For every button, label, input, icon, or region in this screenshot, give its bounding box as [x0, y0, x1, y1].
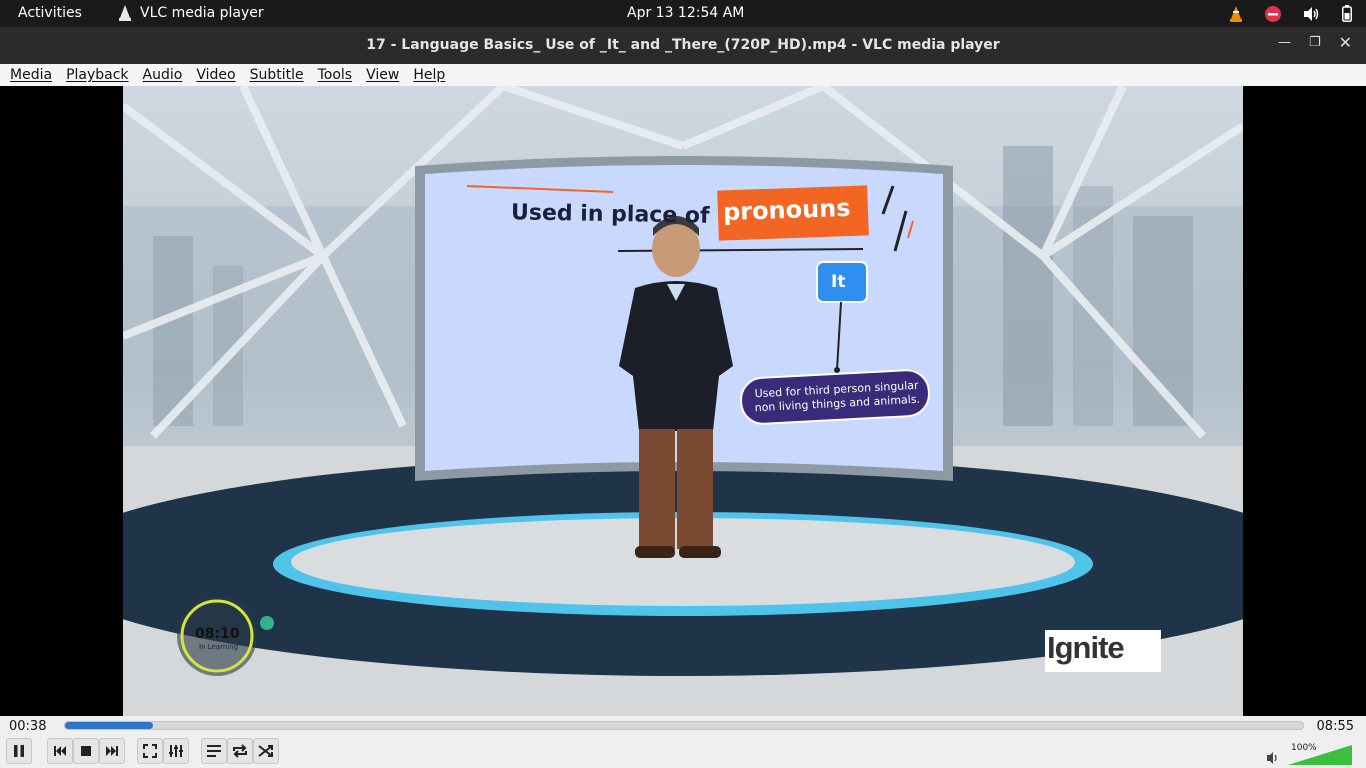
top-bar: Activities VLC media player Apr 13 12:54… [0, 0, 1366, 27]
slide-heading: Used in place of [510, 200, 710, 229]
vlc-cone-icon [119, 5, 131, 21]
menu-media[interactable]: Media [10, 67, 52, 83]
shuffle-button[interactable] [253, 738, 279, 764]
app-menu[interactable]: VLC media player [118, 5, 264, 21]
shuffle-icon [258, 745, 273, 757]
video-area[interactable]: Used in place of pronouns It Used for th… [0, 86, 1366, 716]
current-time: 00:38 [9, 719, 47, 734]
player-controls: 00:38 08:55 100% [0, 716, 1366, 768]
battery-icon[interactable] [1342, 5, 1352, 22]
next-button[interactable] [99, 738, 125, 764]
menu-subtitle[interactable]: Subtitle [250, 67, 304, 83]
playlist-button[interactable] [201, 738, 227, 764]
vlc-tray-icon[interactable] [1229, 5, 1243, 22]
previous-icon [54, 746, 66, 756]
video-frame[interactable]: Used in place of pronouns It Used for th… [123, 86, 1243, 716]
stop-icon [81, 746, 91, 756]
activities-button[interactable]: Activities [18, 5, 82, 21]
stop-button[interactable] [73, 738, 99, 764]
next-icon [106, 746, 118, 756]
maximize-icon[interactable]: ❐ [1309, 35, 1321, 52]
minimize-icon[interactable]: — [1278, 35, 1291, 52]
fullscreen-button[interactable] [137, 738, 163, 764]
equalizer-icon [169, 745, 183, 757]
menu-view[interactable]: View [366, 67, 399, 83]
ignite-logo: Ignite [1047, 630, 1125, 665]
window-titlebar[interactable]: 17 - Language Basics_ Use of _It_ and _T… [0, 27, 1366, 64]
menu-playback[interactable]: Playback [66, 67, 128, 83]
window-title: 17 - Language Basics_ Use of _It_ and _T… [366, 37, 1000, 53]
timer-caption: In Learning [199, 643, 239, 651]
total-time[interactable]: 08:55 [1317, 719, 1354, 734]
menu-audio[interactable]: Audio [143, 67, 183, 83]
do-not-disturb-icon[interactable] [1265, 5, 1281, 22]
app-name: VLC media player [140, 5, 264, 21]
menu-help[interactable]: Help [413, 67, 445, 83]
extended-settings-button[interactable] [163, 738, 189, 764]
loop-icon [233, 744, 247, 758]
close-icon[interactable]: ✕ [1339, 33, 1352, 52]
fullscreen-icon [143, 744, 157, 758]
seek-slider[interactable] [64, 721, 1304, 730]
menu-bar: Media Playback Audio Video Subtitle Tool… [0, 64, 1366, 86]
it-box-label: It [831, 272, 846, 292]
pause-button[interactable] [6, 738, 32, 764]
previous-button[interactable] [47, 738, 73, 764]
slide-heading-highlight: pronouns [722, 193, 851, 227]
pause-icon [14, 745, 24, 757]
menu-video[interactable]: Video [196, 67, 235, 83]
volume-percent: 100% [1291, 743, 1317, 753]
loop-button[interactable] [227, 738, 253, 764]
timer-value: 08:10 [195, 626, 240, 642]
seek-progress [65, 722, 153, 729]
menu-tools[interactable]: Tools [318, 67, 353, 83]
system-tray[interactable] [1229, 3, 1352, 24]
playlist-icon [207, 745, 221, 757]
clock[interactable]: Apr 13 12:54 AM [627, 5, 744, 21]
speaker-icon[interactable] [1303, 6, 1320, 22]
